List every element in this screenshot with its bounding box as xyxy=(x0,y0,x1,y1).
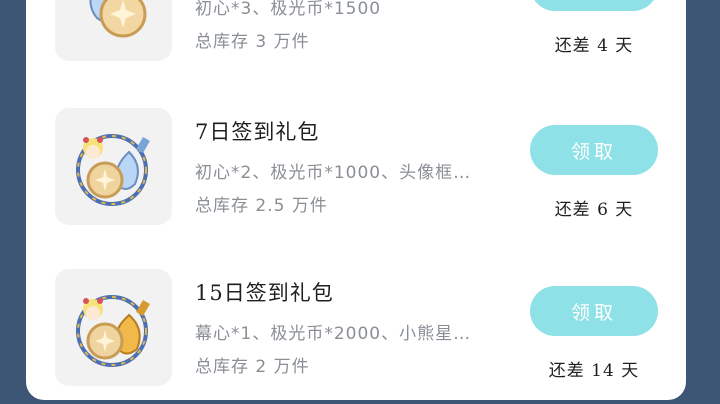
gift-row: 15日签到礼包 幕心*1、极光币*2000、小熊星… 总库存 2 万件 领取 还… xyxy=(26,269,686,389)
claim-button[interactable]: 领取 xyxy=(530,286,658,336)
character-pendant-icon xyxy=(76,134,150,206)
claim-button[interactable]: 领取 xyxy=(530,0,658,11)
days-remaining: 还差 14 天 xyxy=(548,361,640,381)
gift-title: 7日签到礼包 xyxy=(195,120,320,144)
gift-row: 初心*3、极光币*1500 总库存 3 万件 领取 还差 4 天 xyxy=(26,0,686,64)
gift-stock: 总库存 2.5 万件 xyxy=(195,196,328,216)
gift-row: 7日签到礼包 初心*2、极光币*1000、头像框… 总库存 2.5 万件 领取 … xyxy=(26,108,686,228)
gift-thumbnail xyxy=(55,108,172,225)
gift-items: 初心*2、极光币*1000、头像框… xyxy=(195,163,472,183)
gift-items: 幕心*1、极光币*2000、小熊星… xyxy=(195,324,472,344)
days-remaining: 还差 6 天 xyxy=(554,200,634,220)
gift-stock: 总库存 2 万件 xyxy=(195,357,310,377)
claim-button[interactable]: 领取 xyxy=(530,125,658,175)
gift-list-panel: 初心*3、极光币*1500 总库存 3 万件 领取 还差 4 天 xyxy=(26,0,686,400)
gift-stock: 总库存 3 万件 xyxy=(195,32,310,52)
gift-title: 15日签到礼包 xyxy=(195,281,334,305)
days-remaining: 还差 4 天 xyxy=(554,36,634,56)
gift-bundle-icon xyxy=(89,0,147,38)
character-pendant-icon xyxy=(76,295,150,367)
gift-thumbnail xyxy=(55,269,172,386)
gift-items: 初心*3、极光币*1500 xyxy=(195,0,382,19)
gift-thumbnail xyxy=(55,0,172,61)
